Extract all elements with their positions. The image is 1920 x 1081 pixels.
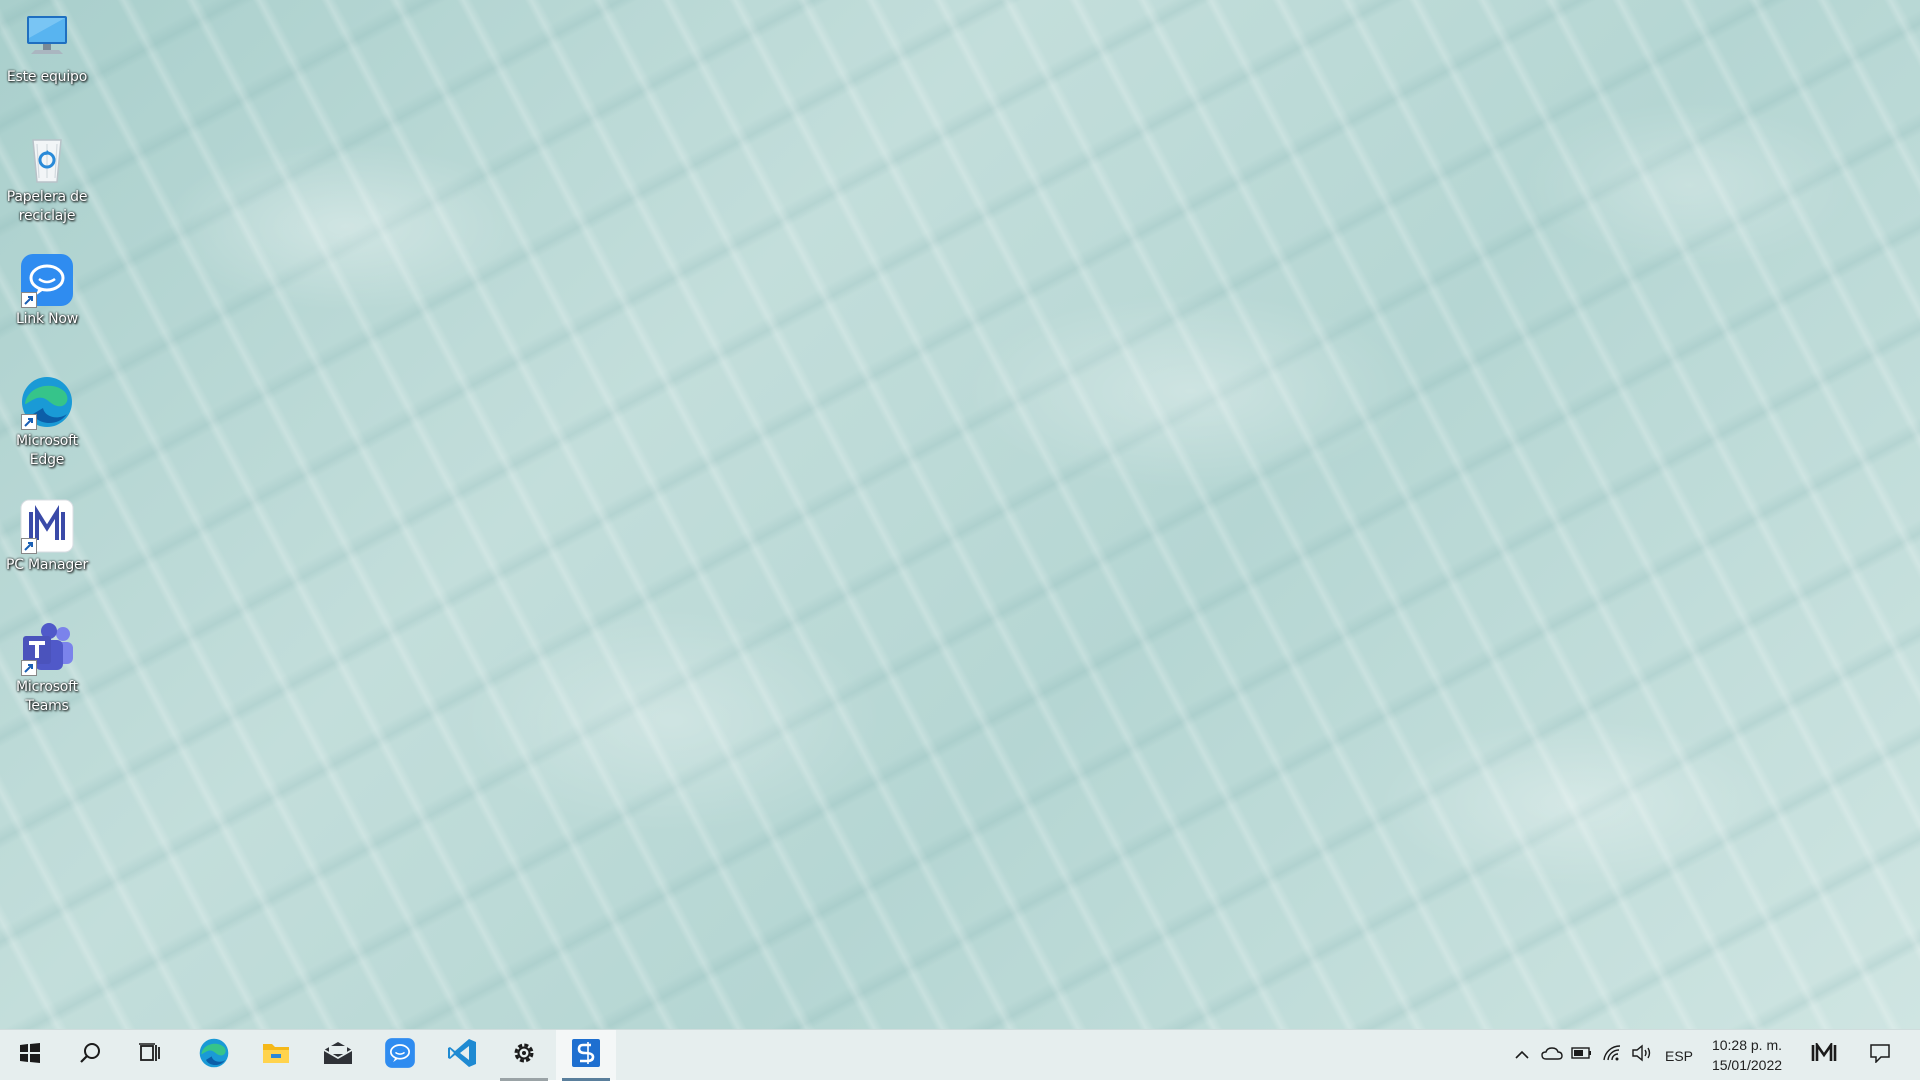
taskbar-edge-button[interactable]: [184, 1030, 244, 1081]
vscode-icon: [446, 1037, 478, 1074]
task-view-icon: [138, 1041, 162, 1070]
volume-tray-button[interactable]: [1627, 1030, 1657, 1081]
clock-date: 15/01/2022: [1711, 1057, 1783, 1073]
desktop-icon-pc-manager[interactable]: PC Manager: [4, 498, 90, 575]
pc-manager-icon: [1811, 1040, 1837, 1068]
settings-icon: [511, 1040, 537, 1071]
desktop-icon-recycle-bin[interactable]: Papelera de reciclaje: [4, 130, 90, 226]
shortcut-arrow-icon: [21, 660, 37, 676]
task-view-button[interactable]: [120, 1030, 180, 1081]
desktop-icon-edge[interactable]: Microsoft Edge: [4, 374, 90, 470]
link-now-icon: [19, 252, 75, 308]
notification-icon: [1869, 1043, 1891, 1068]
taskbar: ESP 10:28 p. m. 15/01/2022: [0, 1029, 1920, 1081]
taskbar-file-explorer-button[interactable]: [246, 1030, 306, 1081]
desktop-icon-this-pc[interactable]: Este equipo: [4, 10, 90, 87]
taskbar-settings-button[interactable]: [494, 1030, 554, 1081]
desktop-icon-link-now[interactable]: Link Now: [4, 252, 90, 329]
taskbar-vscode-button[interactable]: [432, 1030, 492, 1081]
language-indicator[interactable]: ESP: [1660, 1030, 1698, 1081]
clock-time: 10:28 p. m.: [1711, 1037, 1783, 1053]
shortcut-arrow-icon: [21, 538, 37, 554]
pc-manager-tray-button[interactable]: [1804, 1030, 1844, 1081]
taskbar-link-now-button[interactable]: [370, 1030, 430, 1081]
start-icon: [19, 1042, 41, 1069]
desktop-icon-label: PC Manager: [5, 557, 89, 573]
cloud-icon: [1541, 1046, 1563, 1065]
shortcut-arrow-icon: [21, 292, 37, 308]
chevron-up-icon: [1514, 1047, 1530, 1065]
taskbar-mail-button[interactable]: [308, 1030, 368, 1081]
mail-icon: [322, 1040, 354, 1071]
edge-icon: [19, 374, 75, 430]
desktop-icon-label: Papelera de reciclaje: [6, 189, 88, 224]
recycle-bin-icon: [19, 130, 75, 186]
battery-tray-button[interactable]: [1567, 1030, 1597, 1081]
app-s-icon: [571, 1038, 601, 1073]
search-icon: [78, 1041, 102, 1070]
desktop-icon-teams[interactable]: Microsoft Teams: [4, 620, 90, 716]
show-hidden-icons-button[interactable]: [1508, 1030, 1536, 1081]
desktop-icon-label: Microsoft Edge: [16, 433, 78, 468]
pc-manager-icon: [19, 498, 75, 554]
speaker-icon: [1631, 1044, 1653, 1067]
desktop-background[interactable]: Este equipo Papelera de reciclaje Link N…: [0, 0, 1920, 1029]
onedrive-tray-button[interactable]: [1537, 1030, 1567, 1081]
clock[interactable]: 10:28 p. m. 15/01/2022: [1700, 1035, 1794, 1075]
desktop-icon-label: Este equipo: [6, 69, 88, 85]
teams-icon: [19, 620, 75, 676]
language-label: ESP: [1664, 1047, 1693, 1064]
wifi-icon: [1602, 1044, 1622, 1067]
edge-icon: [198, 1037, 230, 1074]
desktop-icon-label: Link Now: [15, 311, 78, 327]
file-explorer-icon: [261, 1039, 291, 1072]
shortcut-arrow-icon: [21, 414, 37, 430]
start-button[interactable]: [0, 1030, 60, 1081]
link-now-icon: [384, 1037, 416, 1074]
network-tray-button[interactable]: [1597, 1030, 1627, 1081]
search-button[interactable]: [60, 1030, 120, 1081]
action-center-button[interactable]: [1860, 1030, 1900, 1081]
computer-icon: [19, 10, 75, 66]
desktop-icon-label: Microsoft Teams: [16, 679, 78, 714]
battery-icon: [1571, 1046, 1593, 1065]
taskbar-app-s-button[interactable]: [556, 1030, 616, 1081]
